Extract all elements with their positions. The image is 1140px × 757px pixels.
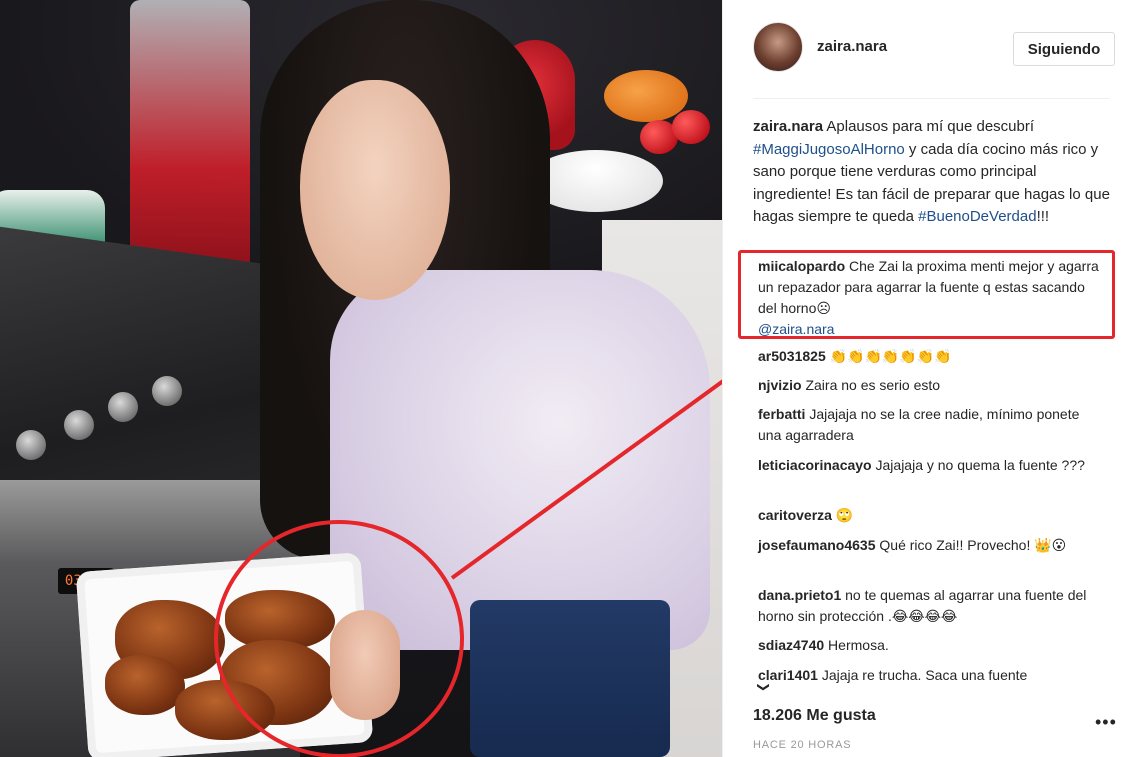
woman-jeans (470, 600, 670, 757)
caption-text: !!! (1036, 208, 1050, 225)
comment-item: dana.prieto1 no te quemas al agarrar una… (758, 585, 1103, 627)
comment-item: ar5031825 👏👏👏👏👏👏👏 (758, 346, 1103, 367)
comment-item: caritoverza 🙄 (758, 505, 1103, 526)
comment-text: 👏👏👏👏👏👏👏 (825, 348, 952, 364)
comment-text: Qué rico Zai!! Provecho! 👑😮 (875, 537, 1067, 553)
comment-username[interactable]: caritoverza (758, 507, 832, 523)
woman-face (300, 80, 450, 300)
header-username[interactable]: zaira.nara (817, 38, 887, 55)
stove-knob (64, 410, 94, 440)
more-options-icon[interactable]: ••• (1095, 712, 1117, 733)
comment-username[interactable]: ar5031825 (758, 348, 826, 364)
post-timestamp: HACE 20 HORAS (753, 739, 852, 751)
comment-username[interactable]: josefaumano4635 (758, 537, 876, 553)
post-header: zaira.nara Siguiendo (753, 22, 1121, 78)
comment-item: leticiacorinacayo Jajajaja y no quema la… (758, 455, 1103, 476)
stove-knob (152, 376, 182, 406)
post-caption: zaira.nara Aplausos para mí que descubrí… (753, 116, 1113, 229)
comment-username[interactable]: clari1401 (758, 667, 818, 683)
following-button[interactable]: Siguiendo (1013, 32, 1115, 66)
post-sidebar: zaira.nara Siguiendo zaira.nara Aplausos… (722, 0, 1140, 757)
caption-text: Aplausos para mí que descubrí (823, 118, 1035, 135)
blender (130, 0, 250, 280)
comment-item: ferbatti Jajajaja no se la cree nadie, m… (758, 404, 1103, 446)
comment-item: njvizio Zaira no es serio esto (758, 375, 1103, 396)
load-more-comments-icon[interactable]: ❯ (757, 682, 771, 692)
comment-item: josefaumano4635 Qué rico Zai!! Provecho!… (758, 535, 1103, 556)
comment-username[interactable]: ferbatti (758, 406, 805, 422)
caption-username[interactable]: zaira.nara (753, 118, 823, 135)
comment-username[interactable]: dana.prieto1 (758, 587, 841, 603)
header-divider (753, 98, 1109, 99)
comment-text: Jajajaja y no quema la fuente ??? (871, 457, 1085, 473)
avatar[interactable] (753, 22, 803, 72)
hashtag-link[interactable]: #MaggiJugosoAlHorno (753, 141, 905, 158)
tomato (672, 110, 710, 144)
comment-username[interactable]: njvizio (758, 377, 802, 393)
likes-count[interactable]: 18.206 Me gusta (753, 707, 876, 725)
comment-text: 🙄 (831, 507, 854, 523)
comment-username[interactable]: sdiaz4740 (758, 637, 824, 653)
comment-text: Jajaja re trucha. Saca una fuente (817, 667, 1028, 683)
comment-item: sdiaz4740 Hermosa. (758, 635, 1103, 656)
comment-username[interactable]: leticiacorinacayo (758, 457, 872, 473)
comment-text: Zaira no es serio esto (801, 377, 941, 393)
stove-knob (108, 392, 138, 422)
highlight-box (738, 250, 1115, 339)
comment-text: Jajajaja no se la cree nadie, mínimo pon… (758, 406, 1080, 443)
roast-chicken (105, 655, 185, 715)
hashtag-link[interactable]: #BuenoDeVerdad (918, 208, 1036, 225)
highlight-circle (214, 520, 464, 757)
pumpkin (604, 70, 688, 122)
comment-text: Hermosa. (824, 637, 889, 653)
comment-item: clari1401 Jajaja re trucha. Saca una fue… (758, 665, 1103, 686)
stove-knob (16, 430, 46, 460)
